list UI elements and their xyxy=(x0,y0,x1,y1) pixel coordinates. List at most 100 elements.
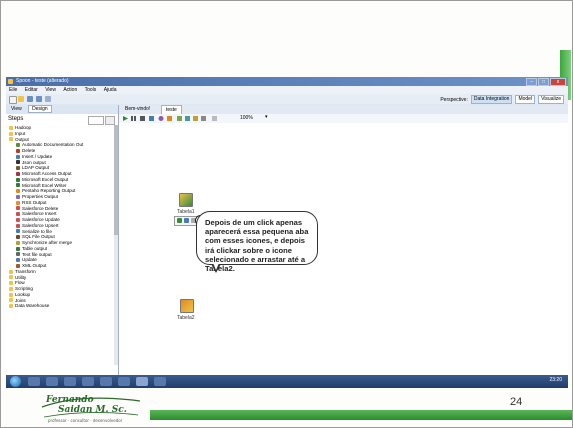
windows-taskbar: 23:20 xyxy=(6,375,568,388)
sql-icon xyxy=(16,235,20,240)
window-titlebar: Spoon - teste (alterado) – □ x xyxy=(6,77,568,86)
steps-scrollbar-thumb[interactable] xyxy=(114,125,118,235)
transformation-editor: Bem-vindo! teste 100% ▾ Tabela1 Tabela2 … xyxy=(119,105,568,375)
step-label-tabela1: Tabela1 xyxy=(177,209,195,215)
spoon-window: Spoon - teste (alterado) – □ x Eile Edit… xyxy=(6,77,568,388)
folder-icon xyxy=(9,125,13,130)
taskbar-spoon-icon[interactable] xyxy=(136,377,148,386)
sync-icon xyxy=(16,240,20,245)
menu-tools[interactable]: Tools xyxy=(85,87,97,93)
steps-header: Steps xyxy=(6,114,118,125)
impact-icon xyxy=(185,116,190,121)
menu-help[interactable]: Ajuda xyxy=(104,87,117,93)
perspective-visualize[interactable]: Visualize xyxy=(538,95,564,104)
steps-tree: Hadoop Input Output Automatic Documentation… xyxy=(6,125,118,309)
slide-number: 24 xyxy=(510,396,523,408)
table-input-icon[interactable] xyxy=(179,193,193,207)
preview-icon xyxy=(149,116,154,121)
tab-view[interactable]: View xyxy=(8,106,25,112)
properties-icon xyxy=(16,194,20,199)
taskbar-clock: 23:20 xyxy=(549,377,562,383)
verify-icon xyxy=(177,116,182,121)
perspective-model[interactable]: Model xyxy=(515,95,536,104)
menu-edit[interactable]: Editar xyxy=(25,87,38,93)
maximize-button[interactable]: □ xyxy=(538,78,549,86)
folder-icon xyxy=(9,269,13,274)
taskbar-app-icon[interactable] xyxy=(100,377,112,386)
taskbar-app-icon[interactable] xyxy=(118,377,130,386)
tab-design[interactable]: Design xyxy=(28,105,52,113)
steps-title: Steps xyxy=(8,116,24,122)
zoom-dropdown-icon[interactable]: ▾ xyxy=(265,114,268,120)
report-icon xyxy=(16,189,20,194)
folder-icon xyxy=(9,292,13,297)
folder-icon xyxy=(9,281,13,286)
instruction-callout: Depois de um click apenas aparecerá essa… xyxy=(196,211,318,273)
taskbar-ie-icon[interactable] xyxy=(28,377,40,386)
main-toolbar: Perspective: Data Integration Model Visu… xyxy=(6,94,568,104)
window-title: Spoon - teste (alterado) xyxy=(16,78,69,84)
update-icon xyxy=(16,258,20,263)
perspective-label: Perspective: xyxy=(440,96,468,103)
salesforce-icon xyxy=(16,212,20,217)
hop-icon[interactable] xyxy=(177,218,182,223)
callout-tail-fill xyxy=(212,263,219,270)
insert-update-icon xyxy=(16,154,20,159)
minimize-button[interactable]: – xyxy=(526,78,537,86)
folder-icon xyxy=(9,298,13,303)
delete-icon xyxy=(16,148,20,153)
serialize-icon xyxy=(16,229,20,234)
step-label-tabela2: Tabela2 xyxy=(177,315,195,321)
editor-tabs: Bem-vindo! teste xyxy=(119,105,568,114)
salesforce-icon xyxy=(16,217,20,222)
menu-action[interactable]: Action xyxy=(63,87,77,93)
logo-name: Fernando xyxy=(46,395,94,405)
folder-icon xyxy=(9,286,13,291)
salesforce-icon xyxy=(16,206,20,211)
explore-repository-icon[interactable] xyxy=(45,96,51,102)
start-button-icon[interactable] xyxy=(10,376,21,387)
rss-icon xyxy=(16,200,20,205)
tree-item[interactable]: Data Warehouse xyxy=(6,303,118,309)
ldap-icon xyxy=(16,166,20,171)
explore-db-icon xyxy=(201,116,206,121)
perspective-switcher: Perspective: Data Integration Model Visu… xyxy=(440,95,564,104)
tab-welcome[interactable]: Bem-vindo! xyxy=(121,105,154,113)
table-output-icon[interactable] xyxy=(180,299,194,313)
tab-teste[interactable]: teste xyxy=(161,105,182,114)
sql-icon xyxy=(193,116,198,121)
table-icon xyxy=(16,246,20,251)
steps-scrollbar[interactable] xyxy=(114,125,118,365)
taskbar-app-icon[interactable] xyxy=(154,377,166,386)
excel-writer-icon xyxy=(16,183,20,188)
save-as-icon[interactable] xyxy=(36,96,42,102)
taskbar-explorer-icon[interactable] xyxy=(46,377,58,386)
text-file-icon xyxy=(16,252,20,257)
menu-view[interactable]: View xyxy=(45,87,56,93)
xml-icon xyxy=(16,263,20,268)
edit-step-icon[interactable] xyxy=(184,218,189,223)
grid-icon xyxy=(212,116,217,121)
decorative-green-footer-bar xyxy=(150,410,572,420)
perspective-data-integration[interactable]: Data Integration xyxy=(470,95,513,104)
collapse-all-button[interactable] xyxy=(105,116,115,125)
save-icon[interactable] xyxy=(27,96,33,102)
spoon-app-icon xyxy=(8,79,13,84)
steps-search-input[interactable] xyxy=(88,116,104,125)
excel-icon xyxy=(16,177,20,182)
left-panel-tabs: View Design xyxy=(6,105,118,114)
logo-name-second: Saidan M. Sc. xyxy=(58,405,127,415)
transformation-canvas[interactable]: Tabela1 Tabela2 Depois de um click apena… xyxy=(119,123,568,375)
logo-tagline: professor · consultor · desenvolvedor xyxy=(48,418,123,423)
pause-icon xyxy=(131,116,133,121)
close-button[interactable]: x xyxy=(550,78,566,86)
zoom-value[interactable]: 100% xyxy=(240,115,253,121)
taskbar-app-icon[interactable] xyxy=(64,377,76,386)
taskbar-app-icon[interactable] xyxy=(82,377,94,386)
menu-file[interactable]: Eile xyxy=(9,87,17,93)
open-folder-icon[interactable] xyxy=(18,96,24,102)
folder-icon xyxy=(9,275,13,280)
new-file-icon[interactable] xyxy=(9,96,17,104)
access-icon xyxy=(16,171,20,176)
folder-icon xyxy=(9,304,13,309)
